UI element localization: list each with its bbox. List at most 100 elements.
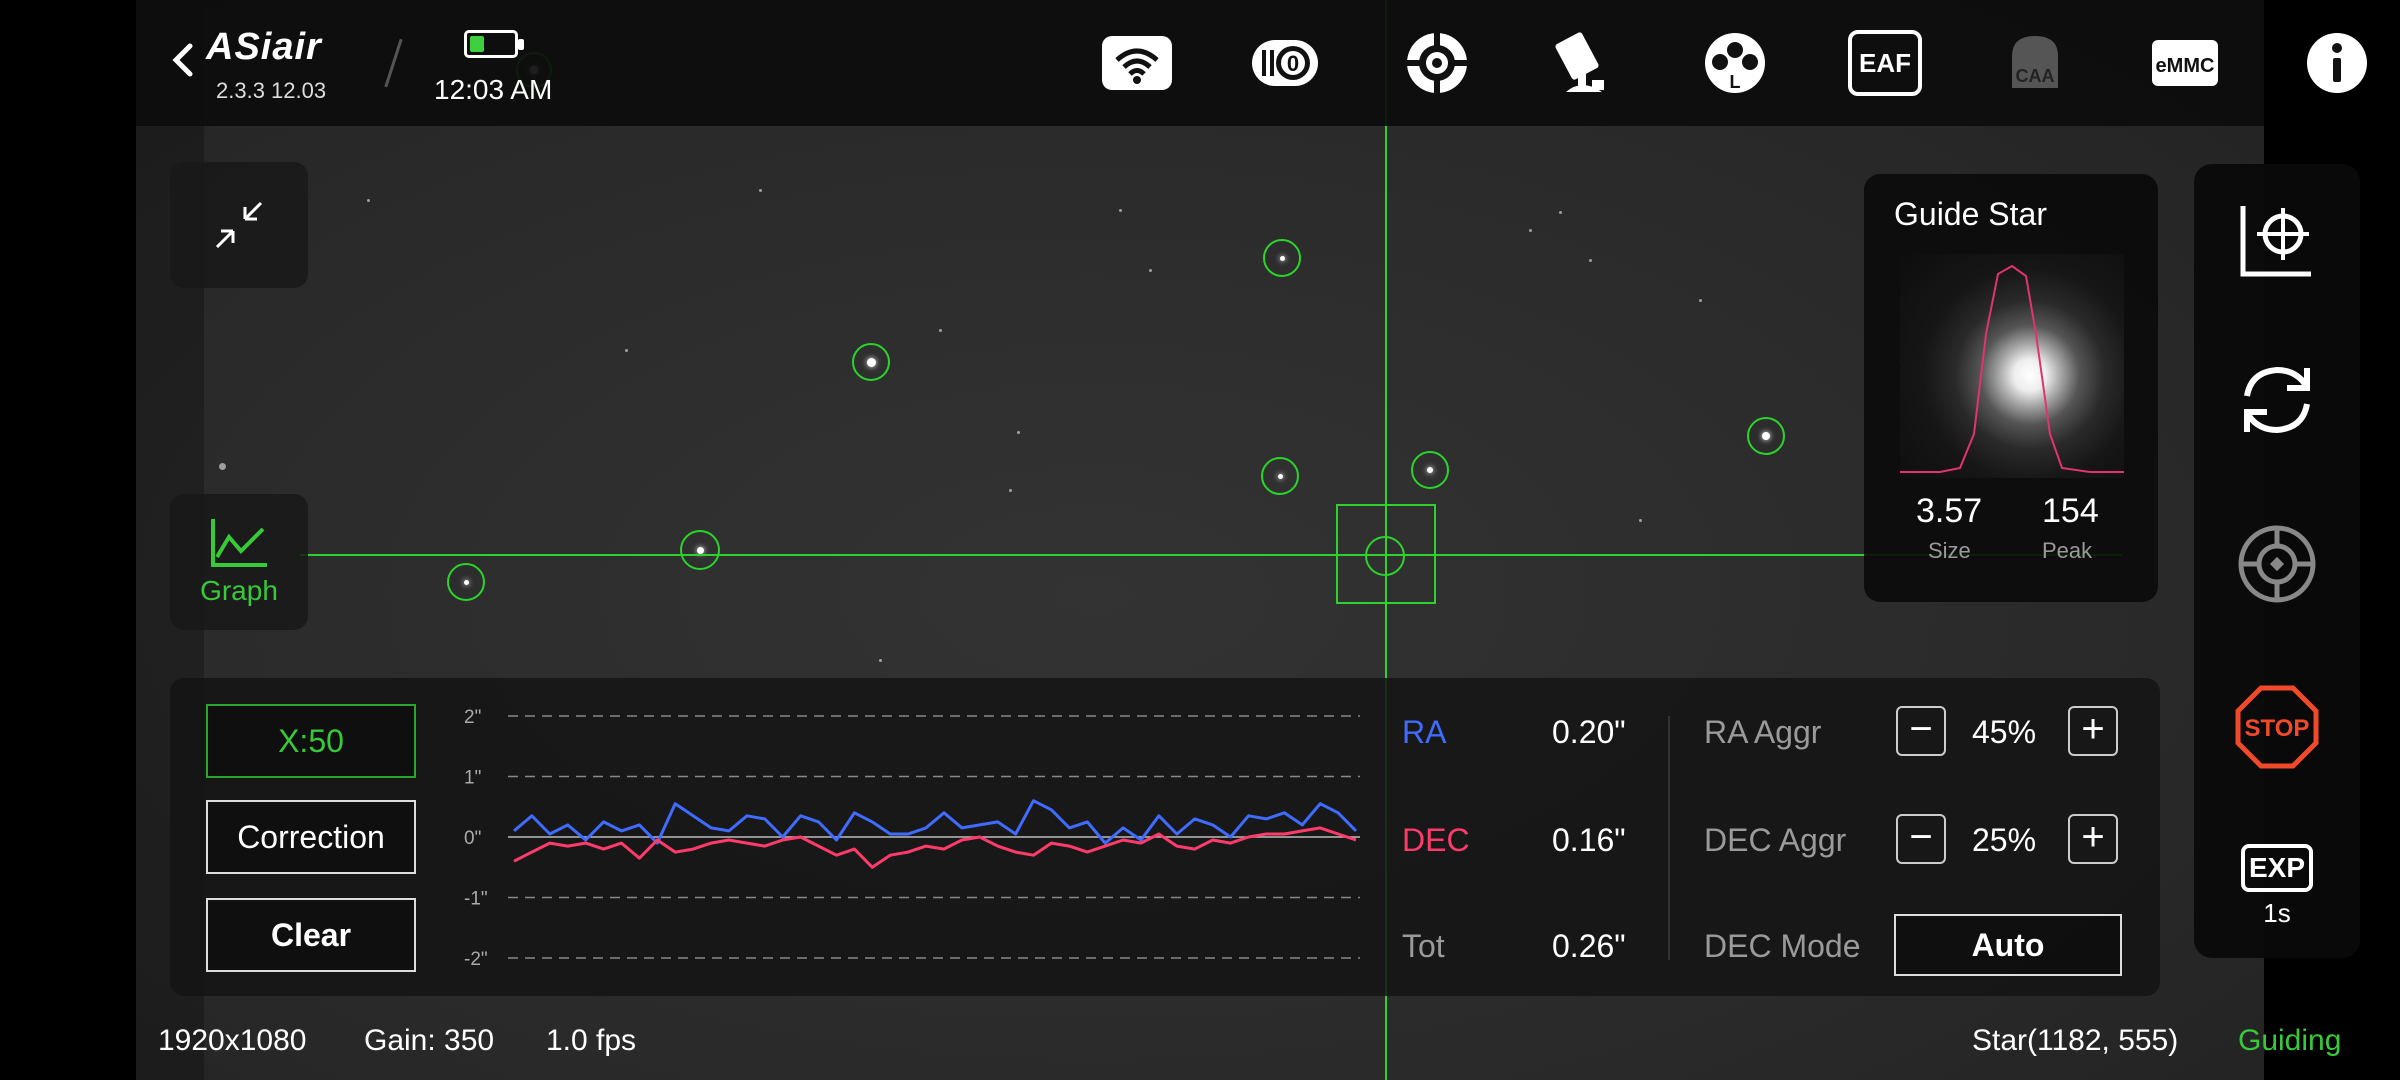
guide-star-profile xyxy=(1900,264,2124,473)
graph-icon xyxy=(211,519,267,567)
metrics-divider xyxy=(1668,716,1670,960)
status-fps: 1.0 fps xyxy=(546,1024,637,1057)
star xyxy=(1118,208,1122,212)
guide-star-title: Guide Star xyxy=(1894,196,2047,232)
stop-icon: STOP xyxy=(2235,685,2319,769)
dec-aggr-increase-button[interactable]: + xyxy=(2068,814,2118,864)
crosshair-horizontal xyxy=(300,554,2122,556)
status-star-position: Star(1182, 555) xyxy=(1972,1024,2179,1057)
dec-label: DEC xyxy=(1402,822,1470,858)
calibrate-button[interactable] xyxy=(2194,200,2360,280)
star xyxy=(878,658,882,662)
guide-star-size-label: Size xyxy=(1928,538,1971,563)
emmc-icon[interactable]: eMMC xyxy=(2148,30,2222,96)
clock: 12:03 AM xyxy=(434,74,553,105)
tot-value: 0.26" xyxy=(1552,928,1626,964)
star-detection-ring xyxy=(852,343,890,381)
stop-button[interactable]: STOP xyxy=(2194,684,2360,770)
exposure-icon: EXP xyxy=(2241,844,2313,892)
calibrate-icon xyxy=(2240,206,2311,277)
star-detection-ring xyxy=(680,530,720,570)
svg-text:CAA: CAA xyxy=(2016,66,2055,86)
star xyxy=(1008,488,1012,492)
graph-y-tick: -1" xyxy=(464,889,488,910)
caa-icon[interactable]: CAA xyxy=(1998,30,2072,96)
refresh-icon xyxy=(2244,366,2310,434)
star xyxy=(938,328,942,332)
ra-aggr-label: RA Aggr xyxy=(1704,714,1822,750)
star-detection-ring xyxy=(1261,457,1299,495)
app-root: ASiair 2.3.3 12.03 12:03 AM 0 L EAF CAA … xyxy=(0,0,2400,1080)
app-logo: ASiair xyxy=(206,26,322,68)
guide-star-image xyxy=(1900,254,2124,478)
app-version: 2.3.3 12.03 xyxy=(216,78,327,103)
info-icon[interactable] xyxy=(2300,30,2374,96)
star xyxy=(1558,210,1562,214)
camera-icon[interactable]: 0 xyxy=(1248,30,1322,96)
graph-button-label: Graph xyxy=(200,575,278,606)
svg-text:L: L xyxy=(1730,72,1741,92)
svg-text:eMMC: eMMC xyxy=(2156,55,2215,77)
dec-aggr-label: DEC Aggr xyxy=(1704,822,1847,858)
collapse-view-button[interactable] xyxy=(170,162,308,288)
graph-y-tick: 2" xyxy=(464,707,481,728)
status-guiding: Guiding xyxy=(2238,1024,2342,1057)
star-detection-ring xyxy=(447,563,485,601)
tot-label: Tot xyxy=(1402,928,1445,964)
collapse-icon xyxy=(215,201,263,249)
battery-icon xyxy=(464,30,524,58)
guide-star-marker xyxy=(1365,536,1405,576)
ra-aggr-increase-button[interactable]: + xyxy=(2068,706,2118,756)
star xyxy=(624,348,628,352)
x-scale-button[interactable]: X:50 xyxy=(206,704,416,778)
refresh-button[interactable] xyxy=(2194,360,2360,440)
correction-button[interactable]: Correction xyxy=(206,800,416,874)
dec-aggr-decrease-button[interactable]: − xyxy=(1896,814,1946,864)
star xyxy=(1638,518,1642,522)
telescope-mount-icon[interactable] xyxy=(1548,30,1622,96)
star xyxy=(1528,228,1532,232)
star xyxy=(1148,268,1152,272)
ra-aggr-value: 45% xyxy=(1972,714,2037,750)
guide-star-peak-value: 154 xyxy=(2042,492,2099,530)
star xyxy=(218,462,226,470)
star-detection-ring xyxy=(1747,417,1785,455)
guide-star-peak-label: Peak xyxy=(2042,538,2093,563)
star xyxy=(758,188,762,192)
star-detection-ring xyxy=(1411,451,1449,489)
ra-label: RA xyxy=(1402,714,1447,750)
guide-scope-icon[interactable] xyxy=(1400,30,1474,96)
star xyxy=(366,198,370,202)
svg-text:0: 0 xyxy=(1287,51,1299,76)
dec-mode-label: DEC Mode xyxy=(1704,928,1861,964)
graph-toggle-button[interactable]: Graph xyxy=(170,494,308,630)
star xyxy=(1016,430,1020,434)
wifi-icon[interactable] xyxy=(1100,30,1174,96)
dec-mode-select[interactable]: Auto xyxy=(1894,914,2122,976)
target-button[interactable] xyxy=(2194,522,2360,606)
exposure-button[interactable]: EXP 1s xyxy=(2194,844,2360,929)
clear-button[interactable]: Clear xyxy=(206,898,416,972)
guide-error-graph: 2" 1" 0" -1" -2" xyxy=(464,707,1360,970)
ra-aggr-decrease-button[interactable]: − xyxy=(1896,706,1946,756)
guide-star-panel: Guide Star 3.57 Size 154 Peak xyxy=(1864,174,2158,602)
status-resolution: 1920x1080 xyxy=(158,1024,307,1057)
ra-value: 0.20" xyxy=(1552,714,1626,750)
target-icon xyxy=(2238,525,2316,603)
back-button[interactable] xyxy=(168,38,208,82)
graph-y-tick: 1" xyxy=(464,768,481,789)
dec-aggr-value: 25% xyxy=(1972,822,2037,858)
chevron-left-icon xyxy=(172,43,193,77)
star xyxy=(1588,258,1592,262)
top-bar xyxy=(136,0,2264,126)
graph-y-tick: -2" xyxy=(464,949,488,970)
guide-star-size-value: 3.57 xyxy=(1916,492,1983,530)
filter-wheel-icon[interactable]: L xyxy=(1698,30,1772,96)
graph-series-dec xyxy=(513,826,1357,869)
star-detection-ring xyxy=(1263,239,1301,277)
eaf-icon[interactable]: EAF xyxy=(1848,30,1922,96)
svg-text:STOP: STOP xyxy=(2245,715,2310,742)
right-toolbar: STOP EXP 1s xyxy=(2194,164,2360,958)
status-gain: Gain: 350 xyxy=(364,1024,495,1057)
graph-y-tick: 0" xyxy=(464,828,481,849)
